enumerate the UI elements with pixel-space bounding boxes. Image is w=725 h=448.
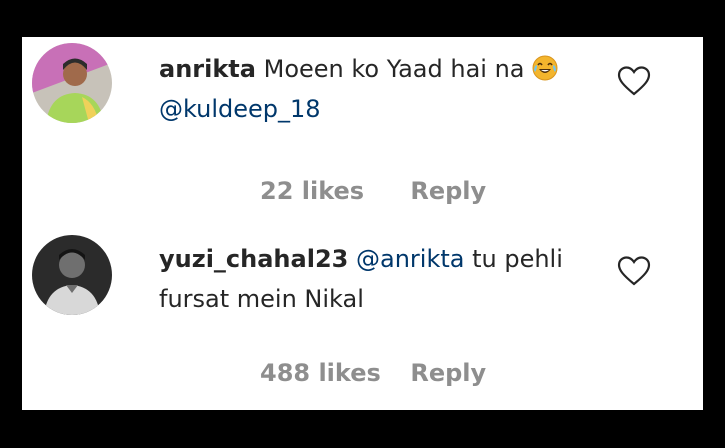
avatar-photo <box>32 43 112 123</box>
likes-count[interactable]: 488 likes <box>260 359 392 387</box>
reply-button[interactable]: Reply <box>410 177 486 205</box>
comment-item: yuzi_chahal23 @anrikta tu pehli fursat m… <box>22 227 703 410</box>
like-heart-icon[interactable] <box>617 65 651 97</box>
laughing-emoji-icon <box>532 55 558 81</box>
mention-link[interactable]: @anrikta <box>356 245 464 273</box>
comment-body: Moeen ko Yaad hai na <box>263 55 525 83</box>
comment-username[interactable]: anrikta <box>159 55 256 83</box>
comment-meta: 22 likes Reply <box>260 177 486 205</box>
likes-count[interactable]: 22 likes <box>260 177 392 205</box>
comment-username[interactable]: yuzi_chahal23 <box>159 245 348 273</box>
comments-panel: anrikta Moeen ko Yaad hai na @kuldeep_18… <box>22 37 703 410</box>
comment-item: anrikta Moeen ko Yaad hai na @kuldeep_18… <box>22 37 703 223</box>
mention-link[interactable]: @kuldeep_18 <box>159 95 321 123</box>
avatar-photo <box>32 235 112 315</box>
like-heart-icon[interactable] <box>617 255 651 287</box>
reply-button[interactable]: Reply <box>410 359 486 387</box>
comment-meta: 488 likes Reply <box>260 359 486 387</box>
comment-text: anrikta Moeen ko Yaad hai na @kuldeep_18 <box>159 49 609 129</box>
avatar[interactable] <box>32 43 112 123</box>
comment-text: yuzi_chahal23 @anrikta tu pehli fursat m… <box>159 239 609 319</box>
avatar[interactable] <box>32 235 112 315</box>
